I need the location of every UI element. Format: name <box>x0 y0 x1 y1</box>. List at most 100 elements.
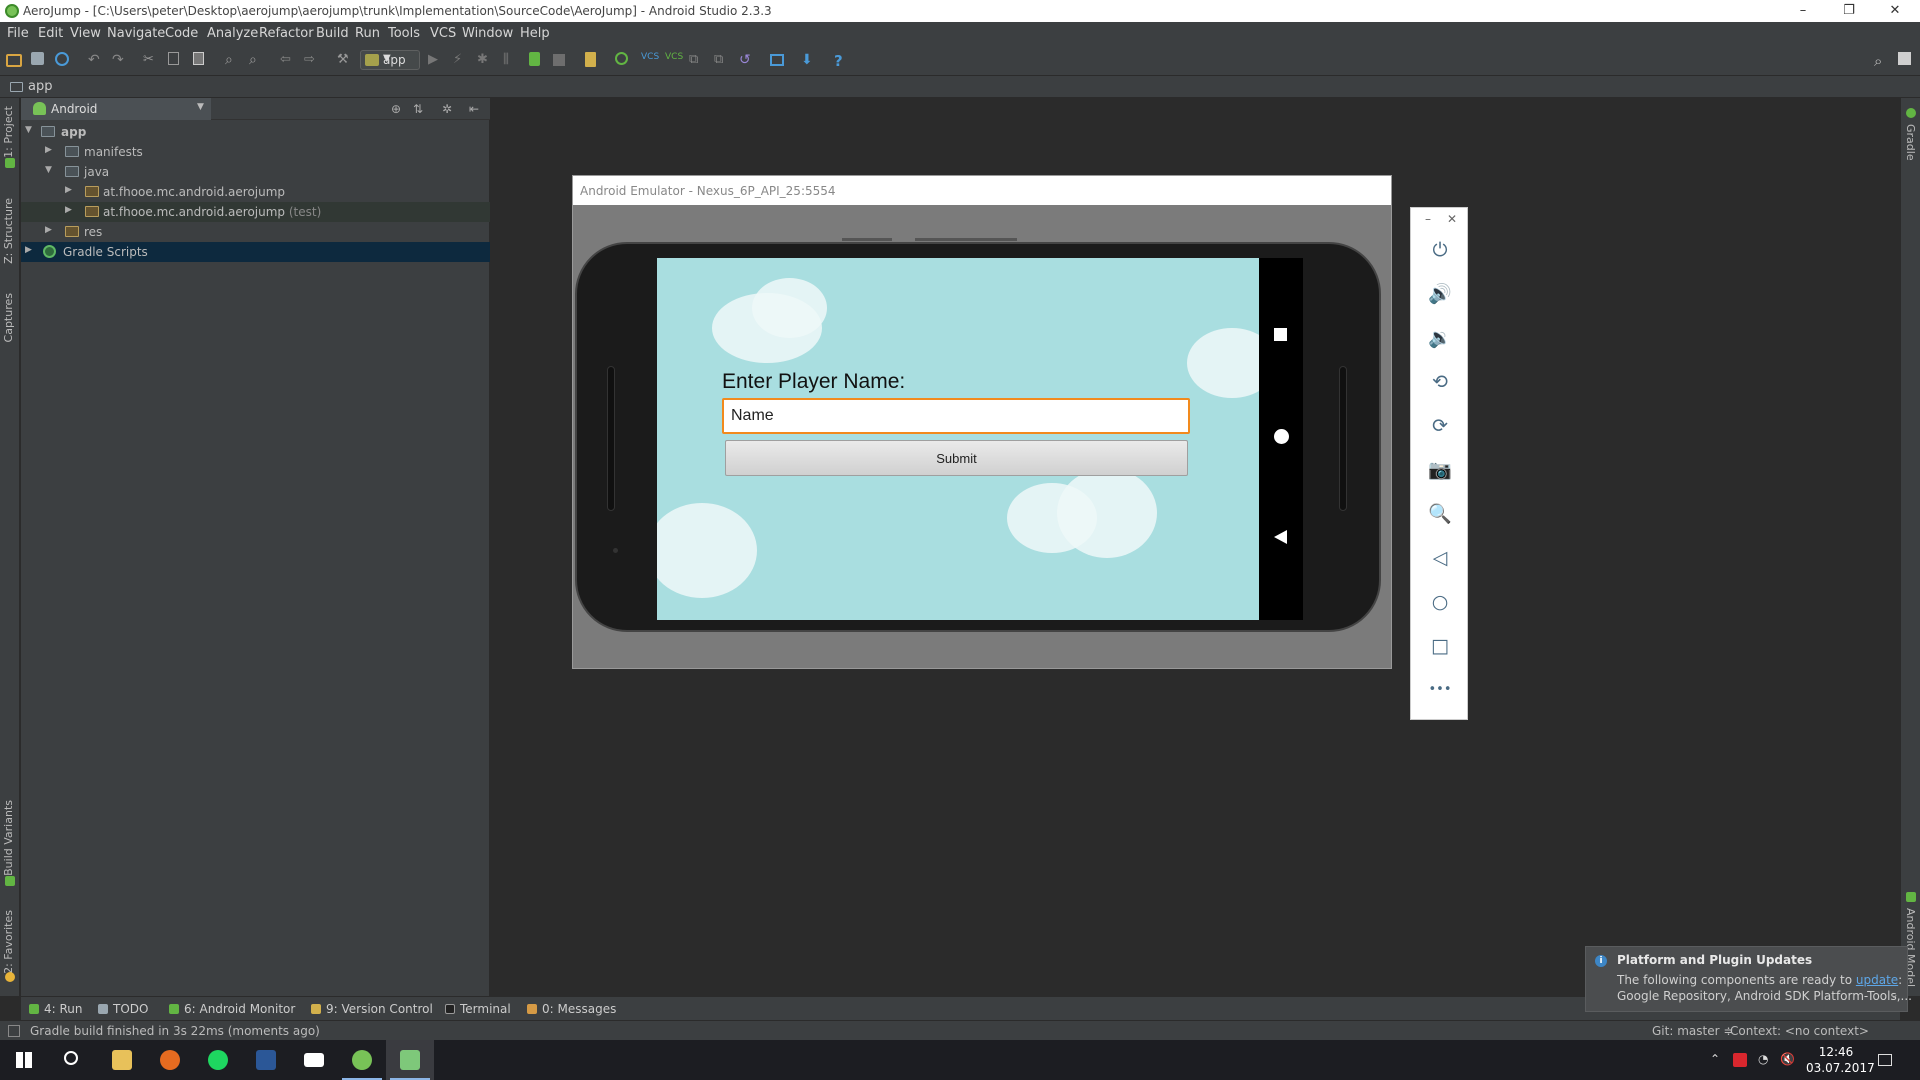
tab-captures[interactable]: Captures <box>2 293 15 342</box>
menu-code[interactable]: Code <box>165 26 198 41</box>
hide-panel-icon[interactable]: ⇤ <box>469 102 479 116</box>
chevron-down-icon[interactable]: ⌄ <box>1889 987 1899 1001</box>
vcs-update-icon[interactable] <box>615 52 628 65</box>
taskbar-firefox[interactable] <box>146 1040 194 1080</box>
volume-down-icon[interactable]: 🔉 <box>1428 326 1452 350</box>
tab-structure[interactable]: Z: Structure <box>2 198 15 264</box>
device-screen[interactable]: Enter Player Name: Submit <box>657 258 1259 620</box>
overview-icon[interactable]: □ <box>1428 634 1452 658</box>
back-icon[interactable]: ◁ <box>1428 546 1452 570</box>
recents-icon[interactable] <box>1274 328 1287 341</box>
collapsed-arrow-icon[interactable]: ▶ <box>65 205 72 215</box>
menu-view[interactable]: View <box>70 26 101 41</box>
collapse-all-icon[interactable]: ⇅ <box>413 102 423 116</box>
run-config-select[interactable]: app ▼ <box>360 50 420 70</box>
collapsed-arrow-icon[interactable]: ▶ <box>25 245 32 255</box>
taskbar-android-studio[interactable] <box>338 1040 386 1080</box>
tab-run[interactable]: 4: Run <box>29 1002 83 1016</box>
taskbar-file-explorer[interactable] <box>98 1040 146 1080</box>
vcs-fetch-icon[interactable]: VCS <box>641 52 659 68</box>
power-icon[interactable]: ⏻ <box>1428 238 1452 262</box>
tree-item-package[interactable]: ▶ at.fhooe.mc.android.aerojump <box>21 182 490 202</box>
menu-run[interactable]: Run <box>355 26 380 41</box>
menu-help[interactable]: Help <box>520 26 550 41</box>
start-button[interactable] <box>0 1040 48 1080</box>
player-name-input[interactable] <box>722 398 1190 434</box>
taskbar-spotify[interactable] <box>194 1040 242 1080</box>
tray-overflow-icon[interactable]: ⌃ <box>1710 1052 1720 1066</box>
emulator-close-button[interactable]: ✕ <box>1447 212 1457 226</box>
volume-up-icon[interactable]: 🔊 <box>1428 282 1452 306</box>
submit-button[interactable]: Submit <box>725 440 1188 476</box>
sync-icon[interactable] <box>55 52 69 66</box>
project-view-select[interactable]: Android ▼ <box>21 98 211 120</box>
help-icon[interactable]: ? <box>834 52 850 70</box>
tab-gradle[interactable]: Gradle <box>1904 124 1917 161</box>
menu-navigate[interactable]: Navigate <box>107 26 165 41</box>
vcs-history-icon[interactable]: ⧉ <box>714 52 730 68</box>
tree-item-gradle-scripts[interactable]: ▶ Gradle Scripts <box>21 242 490 262</box>
taskbar-emulator[interactable] <box>386 1040 434 1080</box>
back-icon[interactable]: ⇦ <box>280 52 296 68</box>
paste-icon[interactable] <box>193 52 204 65</box>
tree-item-java[interactable]: ▼ java <box>21 162 490 182</box>
stop-icon[interactable] <box>553 54 565 66</box>
tree-item-manifests[interactable]: ▶ manifests <box>21 142 490 162</box>
avd-manager-icon[interactable] <box>770 54 784 66</box>
rotate-left-icon[interactable]: ⟲ <box>1428 370 1452 394</box>
rotate-right-icon[interactable]: ⟳ <box>1428 414 1452 438</box>
action-center-icon[interactable] <box>1878 1054 1892 1066</box>
emulator-minimize-button[interactable]: – <box>1425 212 1431 226</box>
expanded-arrow-icon[interactable]: ▼ <box>25 125 32 135</box>
tree-item-app[interactable]: ▼ app <box>21 122 490 142</box>
volume-muted-icon[interactable]: 🔇 <box>1780 1052 1795 1066</box>
more-icon[interactable]: ••• <box>1428 678 1452 702</box>
expanded-arrow-icon[interactable]: ▼ <box>45 165 52 175</box>
search-everywhere-icon[interactable]: ⌕ <box>1874 52 1890 70</box>
tree-item-package-test[interactable]: ▶ at.fhooe.mc.android.aerojump (test) <box>21 202 490 222</box>
menu-edit[interactable]: Edit <box>38 26 63 41</box>
revert-icon[interactable]: ↺ <box>739 52 755 68</box>
tab-version-control[interactable]: 9: Version Control <box>311 1002 433 1016</box>
gear-icon[interactable]: ✲ <box>442 102 452 116</box>
open-folder-icon[interactable] <box>6 54 22 67</box>
scroll-from-source-icon[interactable]: ⊕ <box>391 102 401 116</box>
close-button[interactable]: ✕ <box>1872 0 1918 22</box>
redo-icon[interactable]: ↷ <box>112 52 128 68</box>
minimize-button[interactable]: – <box>1780 0 1826 22</box>
taskbar-mail[interactable] <box>290 1040 338 1080</box>
sdk-manager-icon[interactable]: ⬇ <box>801 52 817 68</box>
tab-favorites[interactable]: 2: Favorites <box>2 910 15 974</box>
run-icon[interactable]: ▶ <box>428 52 444 68</box>
tab-android-monitor[interactable]: 6: Android Monitor <box>169 1002 295 1016</box>
home-icon[interactable]: ○ <box>1428 590 1452 614</box>
tab-project[interactable]: 1: Project <box>2 106 15 158</box>
forward-icon[interactable]: ⇨ <box>304 52 320 68</box>
tab-messages[interactable]: 0: Messages <box>527 1002 616 1016</box>
taskbar-clock[interactable]: 12:46 03.07.2017 <box>1806 1044 1875 1076</box>
collapsed-arrow-icon[interactable]: ▶ <box>45 225 52 235</box>
breadcrumb[interactable]: app <box>28 79 52 94</box>
apply-changes-icon[interactable]: ⚡ <box>453 52 469 68</box>
git-branch[interactable]: Git: master ≑ <box>1652 1024 1733 1038</box>
collapsed-arrow-icon[interactable]: ▶ <box>65 185 72 195</box>
status-toggle-icon[interactable] <box>8 1025 20 1037</box>
tree-item-res[interactable]: ▶ res <box>21 222 490 242</box>
search-button[interactable] <box>48 1040 96 1080</box>
profile-icon[interactable]: ⫼ <box>503 52 519 68</box>
tab-build-variants[interactable]: Build Variants <box>2 800 15 876</box>
context-indicator[interactable]: Context: <no context> <box>1730 1024 1869 1038</box>
undo-icon[interactable]: ↶ <box>88 52 104 68</box>
collapsed-arrow-icon[interactable]: ▶ <box>45 145 52 155</box>
menu-vcs[interactable]: VCS <box>430 26 456 41</box>
menu-refactor[interactable]: Refactor <box>259 26 314 41</box>
maximize-button[interactable]: ❐ <box>1826 0 1872 22</box>
copy-icon[interactable] <box>168 52 179 65</box>
menu-window[interactable]: Window <box>462 26 513 41</box>
vcs-commit-icon[interactable]: VCS <box>665 52 683 68</box>
attach-debugger-icon[interactable] <box>529 52 540 66</box>
tray-acrobat-icon[interactable] <box>1733 1053 1747 1067</box>
tab-terminal[interactable]: Terminal <box>445 1002 511 1016</box>
vcs-compare-icon[interactable]: ⧉ <box>689 52 705 68</box>
tab-todo[interactable]: TODO <box>98 1002 148 1016</box>
